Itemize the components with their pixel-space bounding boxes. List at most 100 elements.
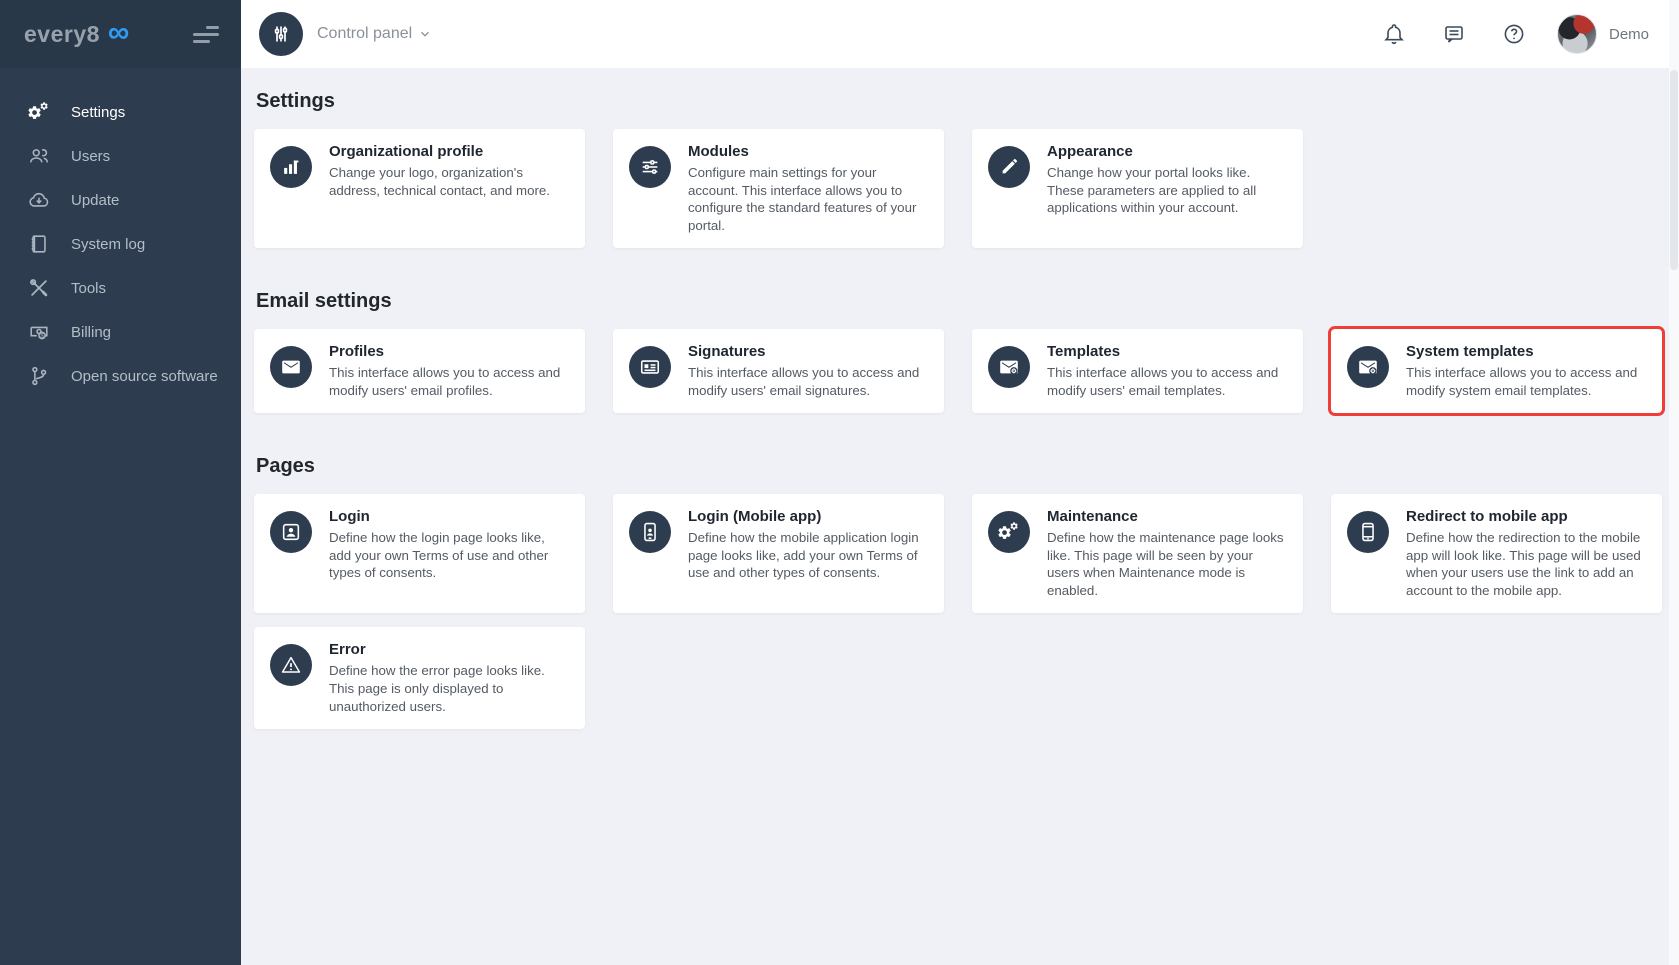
card-description: Configure main settings for your account…: [688, 164, 928, 234]
card-description: Define how the maintenance page looks li…: [1047, 529, 1287, 599]
billing-icon: $: [27, 320, 51, 344]
card-text: Profiles This interface allows you to acc…: [329, 343, 569, 399]
card-text: Organizational profile Change your logo, …: [329, 143, 569, 199]
card-title: Modules: [688, 143, 928, 160]
logo-text: every8: [24, 21, 100, 48]
chevron-down-icon: [418, 27, 432, 41]
notifications-bell-icon[interactable]: [1381, 21, 1407, 47]
card-login-mobile-app[interactable]: Login (Mobile app)Define how the mobile …: [613, 494, 944, 613]
envelope-gear-icon: [988, 346, 1030, 388]
card-description: Change your logo, organization's address…: [329, 164, 569, 199]
card-text: SignaturesThis interface allows you to a…: [688, 343, 928, 399]
sidebar-item-label: Tools: [71, 280, 106, 297]
sidebar: every8 ∞ Settings Users Update System log To…: [0, 0, 241, 965]
main-content: Settings Organizational profile Change you…: [241, 68, 1679, 965]
envelope-icon: [270, 346, 312, 388]
card-appearance[interactable]: Appearance Change how your portal looks l…: [972, 129, 1303, 248]
org-profile-icon: [270, 146, 312, 188]
sidebar-item-label: Settings: [71, 104, 125, 121]
card-title: Maintenance: [1047, 508, 1287, 525]
app-switcher[interactable]: Control panel: [259, 12, 432, 56]
scrollbar-thumb[interactable]: [1670, 70, 1678, 270]
card-text: Templates This interface allows you to ac…: [1047, 343, 1287, 399]
card-error[interactable]: Error Define how the error page looks lik…: [254, 627, 585, 729]
card-maintenance[interactable]: Maintenance Define how the maintenance pa…: [972, 494, 1303, 613]
card-title: Login: [329, 508, 569, 525]
badge-card-icon: [629, 346, 671, 388]
sidebar-nav: Settings Users Update System log Tools $ Billi…: [0, 68, 241, 398]
section-title: Settings: [254, 90, 1662, 113]
card-redirect-to-mobile-app[interactable]: Redirect to mobile appDefine how the red…: [1331, 494, 1662, 613]
card-title: Organizational profile: [329, 143, 569, 160]
sidebar-item-open-source-software[interactable]: Open source software: [0, 354, 241, 398]
control-panel-icon: [259, 12, 303, 56]
card-grid: Organizational profile Change your logo, …: [254, 129, 1662, 248]
menu-toggle-icon[interactable]: [193, 26, 219, 43]
card-title: Error: [329, 641, 569, 658]
card-grid: LoginDefine how the login page looks lik…: [254, 494, 1662, 729]
card-organizational-profile[interactable]: Organizational profile Change your logo, …: [254, 129, 585, 248]
card-description: Define how the error page looks like. Th…: [329, 662, 569, 715]
card-text: LoginDefine how the login page looks lik…: [329, 508, 569, 582]
card-description: This interface allows you to access and …: [1047, 364, 1287, 399]
card-login[interactable]: LoginDefine how the login page looks lik…: [254, 494, 585, 613]
card-signatures[interactable]: SignaturesThis interface allows you to a…: [613, 329, 944, 413]
section-title: Email settings: [254, 290, 1662, 313]
phone-user-icon: [629, 511, 671, 553]
card-text: Modules Configure main settings for your …: [688, 143, 928, 234]
git-branch-icon: [27, 364, 51, 388]
phone-icon: [1347, 511, 1389, 553]
tune-icon: [629, 146, 671, 188]
help-icon[interactable]: [1501, 21, 1527, 47]
sidebar-item-tools[interactable]: Tools: [0, 266, 241, 310]
envelope-gear-icon: [1347, 346, 1389, 388]
pen-icon: [988, 146, 1030, 188]
app-label: Control panel: [317, 25, 412, 43]
card-title: System templates: [1406, 343, 1646, 360]
topbar-actions: Demo: [1347, 14, 1649, 54]
cloud-download-icon: [27, 188, 51, 212]
card-title: Templates: [1047, 343, 1287, 360]
sidebar-item-label: Users: [71, 148, 110, 165]
login-frame-icon: [270, 511, 312, 553]
sidebar-item-system-log[interactable]: System log: [0, 222, 241, 266]
card-description: Change how your portal looks like. These…: [1047, 164, 1287, 217]
sidebar-item-settings[interactable]: Settings: [0, 90, 241, 134]
card-text: Error Define how the error page looks lik…: [329, 641, 569, 715]
infinity-icon: ∞: [108, 18, 129, 48]
card-text: System templatesThis interface allows yo…: [1406, 343, 1646, 399]
logo[interactable]: every8 ∞: [24, 20, 129, 48]
user-name[interactable]: Demo: [1609, 26, 1649, 43]
card-description: This interface allows you to access and …: [329, 364, 569, 399]
card-title: Signatures: [688, 343, 928, 360]
card-description: Define how the redirection to the mobile…: [1406, 529, 1646, 599]
card-system-templates[interactable]: System templatesThis interface allows yo…: [1331, 329, 1662, 413]
app-root: every8 ∞ Settings Users Update System log To…: [0, 0, 1679, 965]
vertical-scrollbar[interactable]: [1669, 0, 1679, 965]
card-templates[interactable]: Templates This interface allows you to ac…: [972, 329, 1303, 413]
avatar[interactable]: [1557, 14, 1597, 54]
sidebar-logo-row: every8 ∞: [0, 0, 241, 68]
settings-icon: [27, 100, 51, 124]
card-modules[interactable]: Modules Configure main settings for your …: [613, 129, 944, 248]
gears-icon: [988, 511, 1030, 553]
card-title: Appearance: [1047, 143, 1287, 160]
sidebar-item-users[interactable]: Users: [0, 134, 241, 178]
card-grid: Profiles This interface allows you to acc…: [254, 329, 1662, 413]
card-title: Login (Mobile app): [688, 508, 928, 525]
sidebar-item-billing[interactable]: $ Billing: [0, 310, 241, 354]
section-title: Pages: [254, 455, 1662, 478]
journal-icon: [27, 232, 51, 256]
messages-icon[interactable]: [1441, 21, 1467, 47]
card-title: Profiles: [329, 343, 569, 360]
card-text: Appearance Change how your portal looks l…: [1047, 143, 1287, 217]
sidebar-item-label: System log: [71, 236, 145, 253]
sidebar-item-label: Billing: [71, 324, 111, 341]
tools-icon: [27, 276, 51, 300]
sidebar-item-update[interactable]: Update: [0, 178, 241, 222]
card-profiles[interactable]: Profiles This interface allows you to acc…: [254, 329, 585, 413]
section-settings: Settings Organizational profile Change you…: [254, 90, 1662, 248]
card-text: Login (Mobile app)Define how the mobile …: [688, 508, 928, 582]
users-icon: [27, 144, 51, 168]
section-email-settings: Email settings Profiles This interface all…: [254, 290, 1662, 413]
